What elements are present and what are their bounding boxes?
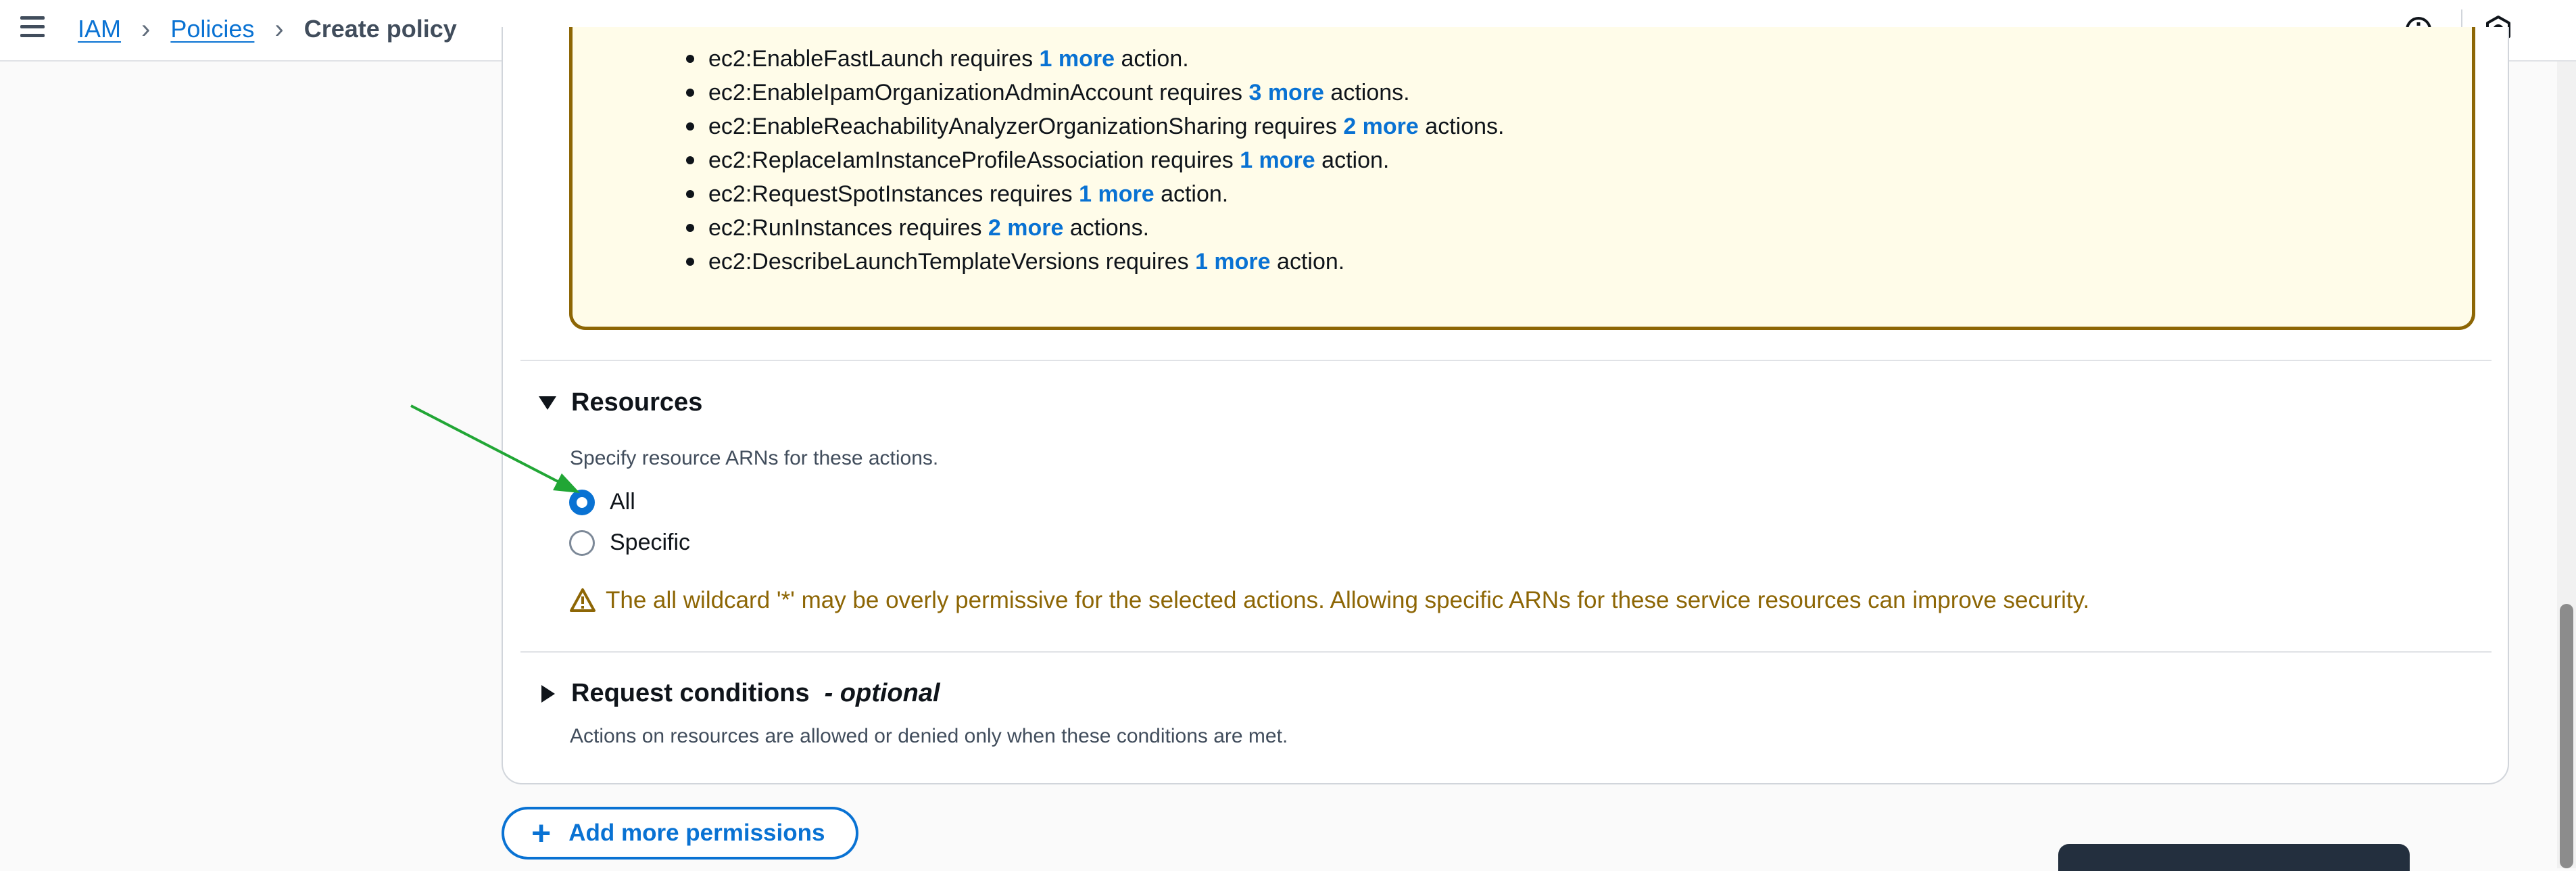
resources-description: Specify resource ARNs for these actions. — [570, 447, 939, 469]
list-item: ec2:DescribeLaunchTemplateVersions requi… — [686, 245, 1504, 279]
list-item: ec2:RunInstances requires 2 more actions… — [686, 211, 1504, 245]
list-item: ec2:RequestSpotInstances requires 1 more… — [686, 177, 1504, 211]
radio-all[interactable]: All — [569, 489, 635, 515]
add-more-permissions-label: Add more permissions — [568, 820, 825, 846]
radio-specific[interactable]: Specific — [569, 529, 690, 556]
wildcard-warning-text: The all wildcard '*' may be overly permi… — [606, 587, 2090, 613]
list-item: ec2:ReplaceIamInstanceProfileAssociation… — [686, 143, 1504, 177]
feedback-panel-edge[interactable] — [2058, 844, 2410, 871]
warning-triangle-icon — [570, 588, 596, 612]
more-actions-link[interactable]: 1 more — [1079, 181, 1155, 207]
chevron-right-icon: › — [274, 14, 284, 44]
resources-title: Resources — [571, 388, 703, 417]
caret-down-icon — [539, 396, 556, 410]
list-item: ec2:EnableFastLaunch requires 1 more act… — [686, 42, 1504, 76]
radio-checked-icon[interactable] — [569, 489, 595, 515]
radio-all-label: All — [610, 489, 635, 515]
wildcard-warning: The all wildcard '*' may be overly permi… — [569, 587, 2089, 614]
more-actions-link[interactable]: 2 more — [988, 215, 1064, 241]
list-item: ec2:EnableReachabilityAnalyzerOrganizati… — [686, 110, 1504, 143]
breadcrumb-iam[interactable]: IAM — [78, 15, 121, 43]
resources-section-toggle[interactable]: Resources — [539, 388, 702, 417]
more-actions-link[interactable]: 3 more — [1248, 80, 1324, 105]
scrollbar-thumb[interactable] — [2560, 604, 2573, 868]
caret-right-icon — [541, 684, 555, 703]
more-actions-link[interactable]: 1 more — [1040, 46, 1115, 72]
plus-icon: + — [531, 814, 552, 852]
more-actions-link[interactable]: 1 more — [1240, 147, 1315, 173]
radio-unchecked-icon[interactable] — [569, 529, 595, 556]
more-actions-link[interactable]: 1 more — [1195, 249, 1271, 275]
hamburger-icon[interactable] — [20, 16, 45, 43]
request-conditions-toggle[interactable]: Request conditions - optional — [539, 679, 940, 708]
list-item: ec2:EnableIpamOrganizationAdminAccount r… — [686, 76, 1504, 110]
more-actions-link[interactable]: 2 more — [1343, 114, 1419, 139]
chevron-right-icon: › — [141, 14, 151, 44]
breadcrumb-policies[interactable]: Policies — [170, 15, 254, 43]
radio-specific-label: Specific — [610, 529, 691, 555]
add-more-permissions-button[interactable]: + Add more permissions — [502, 807, 858, 860]
request-conditions-title: Request conditions — [571, 679, 810, 707]
optional-label: - optional — [824, 679, 940, 707]
section-divider — [520, 651, 2492, 653]
section-divider — [520, 360, 2492, 361]
breadcrumb: IAM › Policies › Create policy — [78, 12, 457, 46]
missing-actions-list: ec2:EnableFastLaunch requires 1 more act… — [686, 42, 1504, 279]
request-conditions-description: Actions on resources are allowed or deni… — [570, 725, 1288, 747]
breadcrumb-current: Create policy — [303, 15, 457, 43]
